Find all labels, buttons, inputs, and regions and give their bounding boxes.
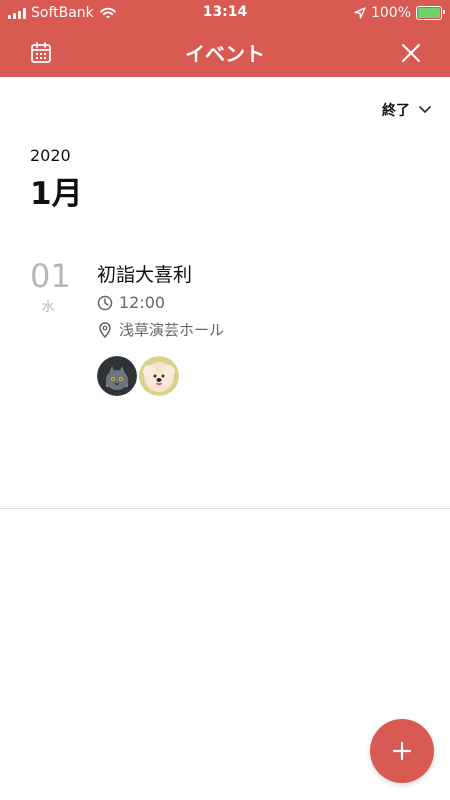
battery-tip xyxy=(443,10,445,14)
attendee-list xyxy=(97,356,179,396)
event-time-row: 12:00 xyxy=(97,293,165,312)
header-area: SoftBank 13:14 100% イベント xyxy=(0,0,450,77)
event-location-row: 浅草演芸ホール xyxy=(97,319,224,340)
event-weekday: 水 xyxy=(41,300,55,315)
event-location: 浅草演芸ホール xyxy=(119,321,225,339)
year-label: 2020 xyxy=(30,146,71,165)
clock-icon xyxy=(97,295,113,310)
dog-avatar[interactable] xyxy=(139,356,179,396)
event-card[interactable]: 01 水 初詣大喜利 12:00 浅草演芸ホール xyxy=(30,258,410,398)
event-title: 初詣大喜利 xyxy=(97,264,193,286)
plus-icon xyxy=(392,741,412,761)
cat-avatar[interactable] xyxy=(97,356,137,396)
location-pin-icon xyxy=(99,321,111,338)
chevron-down-icon xyxy=(419,106,431,113)
location-arrow-icon xyxy=(354,7,366,19)
event-day: 01 xyxy=(30,257,71,295)
filter-label: 終了 xyxy=(382,103,410,119)
add-event-button[interactable] xyxy=(370,719,434,783)
page-title: イベント xyxy=(185,42,265,66)
event-date: 01 水 xyxy=(30,257,71,315)
close-button[interactable] xyxy=(398,40,424,66)
event-time: 12:00 xyxy=(119,293,166,312)
battery-charging-icon xyxy=(416,6,445,20)
battery-percent: 100% xyxy=(370,5,411,21)
status-bar: SoftBank 13:14 100% xyxy=(0,0,450,26)
battery-level xyxy=(418,8,440,18)
nav-bar: イベント xyxy=(0,26,450,77)
event-filter-dropdown[interactable]: 終了 xyxy=(382,100,432,120)
status-right: 100% xyxy=(354,4,445,22)
section-divider xyxy=(0,508,450,509)
month-label: 1月 xyxy=(30,176,83,212)
close-icon xyxy=(402,44,420,62)
